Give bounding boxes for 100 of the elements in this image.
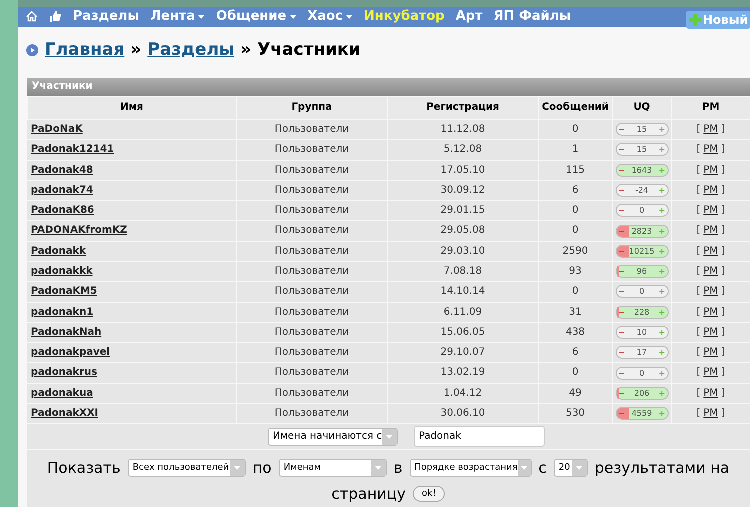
username-link[interactable]: PadonakXXI xyxy=(31,408,98,420)
pm-link[interactable]: PM xyxy=(704,286,718,298)
table-cell: Пользователи xyxy=(236,242,387,261)
table-cell: 5.12.08 xyxy=(387,140,538,160)
table-cell: Пользователи xyxy=(236,160,387,180)
table-cell: 17.05.10 xyxy=(387,160,538,180)
table-cell: 29.10.07 xyxy=(387,343,538,362)
home-icon[interactable] xyxy=(26,11,38,22)
bracket-text: ] xyxy=(721,184,726,196)
rating-widget: − 1643 + xyxy=(616,164,668,177)
pm-link[interactable]: PM xyxy=(704,326,718,338)
pm-link[interactable]: PM xyxy=(704,124,718,135)
table-cell: 31 xyxy=(538,302,612,322)
breadcrumb-separator: » xyxy=(130,39,142,62)
table-cell: 0 xyxy=(538,221,612,241)
pm-link[interactable]: PM xyxy=(704,225,718,236)
table-cell: 2590 xyxy=(538,242,612,261)
username-link[interactable]: PadonakNah xyxy=(31,326,102,338)
caret-icon xyxy=(386,434,394,439)
username-link[interactable]: PadonaKM5 xyxy=(31,286,98,298)
dropdown-select[interactable]: Всех пользователей xyxy=(128,459,246,477)
table-cell: 6 xyxy=(538,180,612,200)
pm-link[interactable]: PM xyxy=(704,388,718,399)
rating-widget: − 10 + xyxy=(616,326,668,340)
table-cell: 438 xyxy=(538,322,612,342)
table-cell: Пользователи xyxy=(236,322,387,342)
username-link[interactable]: PadonaK86 xyxy=(31,205,94,216)
dropdown-select[interactable]: 20 xyxy=(554,459,588,477)
nav-link[interactable]: Хаос xyxy=(308,7,354,27)
username-link[interactable]: Padonak12141 xyxy=(31,144,114,156)
pm-link[interactable]: PM xyxy=(704,205,718,216)
bracket-text: ] xyxy=(721,266,726,277)
bracket-text: [ xyxy=(696,225,701,236)
bracket-text: [ xyxy=(696,326,701,338)
username-link[interactable]: padonakkk xyxy=(31,266,93,277)
table-cell: 0 xyxy=(538,201,612,220)
label-text: страницу xyxy=(332,484,406,505)
username-link[interactable]: padonakn1 xyxy=(31,306,94,318)
bracket-text: [ xyxy=(696,184,701,196)
rating-widget: − 96 + xyxy=(616,265,668,278)
bracket-text: [ xyxy=(696,408,701,420)
bracket-text: [ xyxy=(696,347,701,358)
username-link[interactable]: padonakua xyxy=(31,388,94,399)
bracket-text: [ xyxy=(696,286,701,298)
table-cell: 6.11.09 xyxy=(387,302,538,322)
bracket-text: ] xyxy=(721,286,726,298)
dropdown-select[interactable]: Именам xyxy=(278,459,387,477)
bracket-text: ] xyxy=(721,367,726,378)
pm-link[interactable]: PM xyxy=(704,367,718,378)
table-cell: Пользователи xyxy=(236,201,387,220)
bracket-text: [ xyxy=(696,388,701,399)
nav-link[interactable]: ЯП Файлы xyxy=(494,7,572,27)
rating-widget: − 228 + xyxy=(616,306,668,319)
pm-link[interactable]: PM xyxy=(704,144,718,156)
pm-link[interactable]: PM xyxy=(704,266,718,277)
pm-link[interactable]: PM xyxy=(704,408,718,420)
table-cell: Пользователи xyxy=(236,180,387,200)
dropdown-select[interactable]: Порядке возрастания xyxy=(410,459,532,477)
breadcrumb-link[interactable]: Разделы xyxy=(148,38,235,64)
rating-widget: − 0 + xyxy=(616,285,668,298)
bracket-text: [ xyxy=(696,144,701,156)
ok-button[interactable]: ok! xyxy=(413,486,446,502)
thumbs-up-icon[interactable] xyxy=(49,10,62,24)
caret-icon xyxy=(290,14,297,19)
pm-link[interactable]: PM xyxy=(704,164,718,176)
pm-link[interactable]: PM xyxy=(704,246,718,257)
caret-icon xyxy=(374,466,382,470)
table-cell: 7.08.18 xyxy=(387,262,538,282)
plus-icon xyxy=(689,14,701,26)
rating-widget: − -24 + xyxy=(616,184,668,197)
play-circle-icon xyxy=(26,44,39,58)
nav-link[interactable]: Разделы xyxy=(73,7,140,27)
bracket-text: ] xyxy=(721,347,726,358)
breadcrumb-link[interactable]: Главная xyxy=(45,38,125,64)
label-text: в xyxy=(394,458,403,479)
username-link[interactable]: padonakrus xyxy=(31,367,98,378)
nav-link[interactable]: Арт xyxy=(456,7,483,27)
pm-link[interactable]: PM xyxy=(704,306,718,318)
table-cell: 29.03.10 xyxy=(387,242,538,261)
search-field[interactable]: Padonak xyxy=(414,426,545,448)
rating-widget: − 15 + xyxy=(616,143,668,156)
username-link[interactable]: padonak74 xyxy=(31,184,94,196)
bracket-text: ] xyxy=(721,246,726,257)
username-link[interactable]: Padonakk xyxy=(31,246,86,257)
bracket-text: [ xyxy=(696,246,701,257)
table-cell: Пользователи xyxy=(236,363,387,383)
table-cell: Пользователи xyxy=(236,302,387,322)
breadcrumb-separator: » xyxy=(240,39,252,62)
pm-link[interactable]: PM xyxy=(704,347,718,358)
nav-link[interactable]: Общение xyxy=(216,7,297,27)
pm-link[interactable]: PM xyxy=(704,184,718,196)
nav-link[interactable]: Лента xyxy=(150,7,206,27)
username-link[interactable]: padonakpavel xyxy=(31,347,110,358)
table-cell: 1 xyxy=(538,140,612,160)
username-link[interactable]: PADONAKfromKZ xyxy=(31,225,128,236)
username-link[interactable]: PaDoNaK xyxy=(31,124,83,135)
dropdown-select[interactable]: Имена начинаются с xyxy=(268,428,398,446)
table-cell: Пользователи xyxy=(236,262,387,282)
label-text: с xyxy=(538,458,547,479)
username-link[interactable]: Padonak48 xyxy=(31,164,94,176)
